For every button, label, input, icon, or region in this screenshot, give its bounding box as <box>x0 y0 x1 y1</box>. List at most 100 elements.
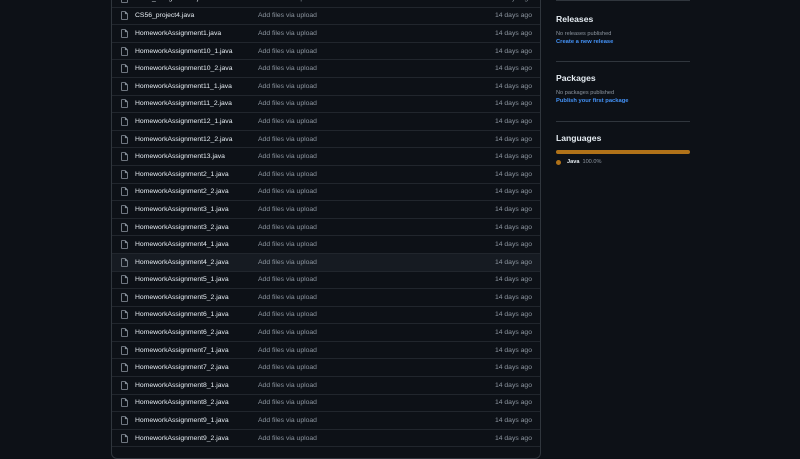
file-row[interactable]: HomeworkAssignment3_2.java Add files via … <box>112 219 540 237</box>
file-row[interactable]: HomeworkAssignment9_2.java Add files via … <box>112 430 540 448</box>
file-row[interactable]: HomeworkAssignment11_2.java Add files via… <box>112 96 540 114</box>
file-row[interactable]: HomeworkAssignment6_1.java Add files via … <box>112 307 540 325</box>
commit-message-link[interactable]: Add files via upload <box>258 364 317 371</box>
language-bar <box>556 150 690 154</box>
file-row[interactable]: HomeworkAssignment8_1.java Add files via … <box>112 377 540 395</box>
file-name-link[interactable]: HomeworkAssignment8_2.java <box>135 399 229 406</box>
commit-message-link[interactable]: Add files via upload <box>258 311 317 318</box>
languages-heading: Languages <box>556 133 602 143</box>
file-row[interactable]: CS56_Assignment5.java Add files via uploa… <box>112 0 540 8</box>
commit-message-link[interactable]: Add files via upload <box>258 118 317 125</box>
file-icon <box>121 240 128 249</box>
commit-message-link[interactable]: Add files via upload <box>258 259 317 266</box>
file-name-link[interactable]: CS56_Assignment5.java <box>135 0 209 2</box>
file-name-link[interactable]: HomeworkAssignment1.java <box>135 30 221 37</box>
file-row[interactable]: HomeworkAssignment7_1.java Add files via … <box>112 342 540 360</box>
file-row[interactable]: HomeworkAssignment5_2.java Add files via … <box>112 289 540 307</box>
file-name-link[interactable]: HomeworkAssignment10_2.java <box>135 65 232 72</box>
file-icon <box>121 205 128 214</box>
file-list: CS56_Assignment5.java Add files via uploa… <box>111 0 541 459</box>
language-percent: 100.0% <box>582 159 602 165</box>
commit-message-link[interactable]: Add files via upload <box>258 65 317 72</box>
file-name-link[interactable]: HomeworkAssignment2_1.java <box>135 171 229 178</box>
releases-heading[interactable]: Releases <box>556 14 696 24</box>
file-row[interactable]: HomeworkAssignment10_2.java Add files via… <box>112 60 540 78</box>
file-name-link[interactable]: HomeworkAssignment3_1.java <box>135 206 229 213</box>
file-name-link[interactable]: HomeworkAssignment4_1.java <box>135 241 229 248</box>
commit-message-link[interactable]: Add files via upload <box>258 329 317 336</box>
file-name-link[interactable]: HomeworkAssignment8_1.java <box>135 382 229 389</box>
file-icon <box>121 257 128 267</box>
commit-message-link[interactable]: Add files via upload <box>258 241 317 248</box>
file-name-link[interactable]: HomeworkAssignment10_1.java <box>135 48 232 55</box>
commit-message-link[interactable]: Add files via upload <box>258 100 317 107</box>
commit-message-link[interactable]: Add files via upload <box>258 0 317 2</box>
commit-message-link[interactable]: Add files via upload <box>258 347 317 354</box>
file-name-link[interactable]: HomeworkAssignment9_2.java <box>135 435 229 442</box>
file-row[interactable]: HomeworkAssignment4_2.java Add files via … <box>112 253 540 272</box>
commit-message-link[interactable]: Add files via upload <box>258 30 317 37</box>
file-name-link[interactable]: HomeworkAssignment11_2.java <box>135 100 232 107</box>
file-row[interactable]: HomeworkAssignment1.java Add files via up… <box>112 25 540 43</box>
releases-section: Releases No releases published Create a … <box>556 14 696 45</box>
commit-message-link[interactable]: Add files via upload <box>258 83 317 90</box>
file-icon <box>121 293 128 302</box>
file-row[interactable]: CS56_project4.java Add files via upload 14… <box>112 8 540 26</box>
commit-message-link[interactable]: Add files via upload <box>258 224 317 231</box>
create-release-link[interactable]: Create a new release <box>556 39 696 45</box>
commit-message-link[interactable]: Add files via upload <box>258 171 317 178</box>
file-name-link[interactable]: HomeworkAssignment13.java <box>135 153 225 160</box>
file-name-link[interactable]: HomeworkAssignment6_1.java <box>135 311 229 318</box>
file-name-link[interactable]: HomeworkAssignment9_1.java <box>135 417 229 424</box>
file-name-link[interactable]: HomeworkAssignment6_2.java <box>135 329 229 336</box>
file-row[interactable]: HomeworkAssignment11_1.java Add files via… <box>112 78 540 96</box>
file-row[interactable]: HomeworkAssignment9_1.java Add files via … <box>112 412 540 430</box>
file-name-link[interactable]: HomeworkAssignment5_2.java <box>135 294 229 301</box>
file-icon <box>121 11 128 21</box>
file-name-link[interactable]: HomeworkAssignment4_2.java <box>135 259 229 266</box>
file-row[interactable]: HomeworkAssignment12_1.java Add files via… <box>112 113 540 131</box>
file-name-link[interactable]: HomeworkAssignment7_2.java <box>135 364 229 371</box>
file-row[interactable]: HomeworkAssignment12_2.java Add files via… <box>112 131 540 149</box>
file-row[interactable]: HomeworkAssignment10_1.java Add files via… <box>112 43 540 61</box>
file-name-link[interactable]: HomeworkAssignment3_2.java <box>135 224 229 231</box>
commit-message-link[interactable]: Add files via upload <box>258 276 317 283</box>
commit-age: 14 days ago <box>494 82 532 90</box>
file-row[interactable]: HomeworkAssignment7_2.java Add files via … <box>112 359 540 378</box>
commit-age: 14 days ago <box>494 381 532 389</box>
file-name-link[interactable]: HomeworkAssignment12_1.java <box>135 118 232 125</box>
commit-message-link[interactable]: Add files via upload <box>258 417 317 424</box>
file-name-link[interactable]: HomeworkAssignment12_2.java <box>135 136 232 143</box>
language-item-java[interactable]: Java 100.0% <box>556 159 601 165</box>
commit-age: 14 days ago <box>494 205 532 213</box>
commit-message-link[interactable]: Add files via upload <box>258 48 317 55</box>
file-row[interactable]: HomeworkAssignment2_1.java Add files via … <box>112 166 540 184</box>
commit-message-link[interactable]: Add files via upload <box>258 136 317 143</box>
file-icon <box>121 275 128 285</box>
file-name-link[interactable]: HomeworkAssignment7_1.java <box>135 347 229 354</box>
file-name-link[interactable]: HomeworkAssignment5_1.java <box>135 276 229 283</box>
file-row[interactable]: HomeworkAssignment13.java Add files via u… <box>112 148 540 166</box>
packages-heading[interactable]: Packages <box>556 73 696 83</box>
commit-age: 14 days ago <box>494 329 532 337</box>
file-row[interactable]: HomeworkAssignment4_1.java Add files via … <box>112 236 540 254</box>
commit-message-link[interactable]: Add files via upload <box>258 435 317 442</box>
commit-age: 14 days ago <box>494 188 532 196</box>
commit-message-link[interactable]: Add files via upload <box>258 153 317 160</box>
commit-message-link[interactable]: Add files via upload <box>258 399 317 406</box>
commit-message-link[interactable]: Add files via upload <box>258 188 317 195</box>
commit-message-link[interactable]: Add files via upload <box>258 12 317 19</box>
file-name-link[interactable]: HomeworkAssignment11_1.java <box>135 83 232 90</box>
file-name-link[interactable]: CS56_project4.java <box>135 12 194 19</box>
commit-message-link[interactable]: Add files via upload <box>258 206 317 213</box>
commit-age: 14 days ago <box>494 311 532 319</box>
file-row[interactable]: HomeworkAssignment6_2.java Add files via … <box>112 324 540 342</box>
file-row[interactable]: HomeworkAssignment5_1.java Add files via … <box>112 272 540 290</box>
file-row[interactable]: HomeworkAssignment8_2.java Add files via … <box>112 395 540 413</box>
file-row[interactable]: HomeworkAssignment3_1.java Add files via … <box>112 201 540 219</box>
file-row[interactable]: HomeworkAssignment2_2.java Add files via … <box>112 184 540 202</box>
file-name-link[interactable]: HomeworkAssignment2_2.java <box>135 188 229 195</box>
commit-message-link[interactable]: Add files via upload <box>258 294 317 301</box>
publish-package-link[interactable]: Publish your first package <box>556 98 696 104</box>
commit-message-link[interactable]: Add files via upload <box>258 382 317 389</box>
